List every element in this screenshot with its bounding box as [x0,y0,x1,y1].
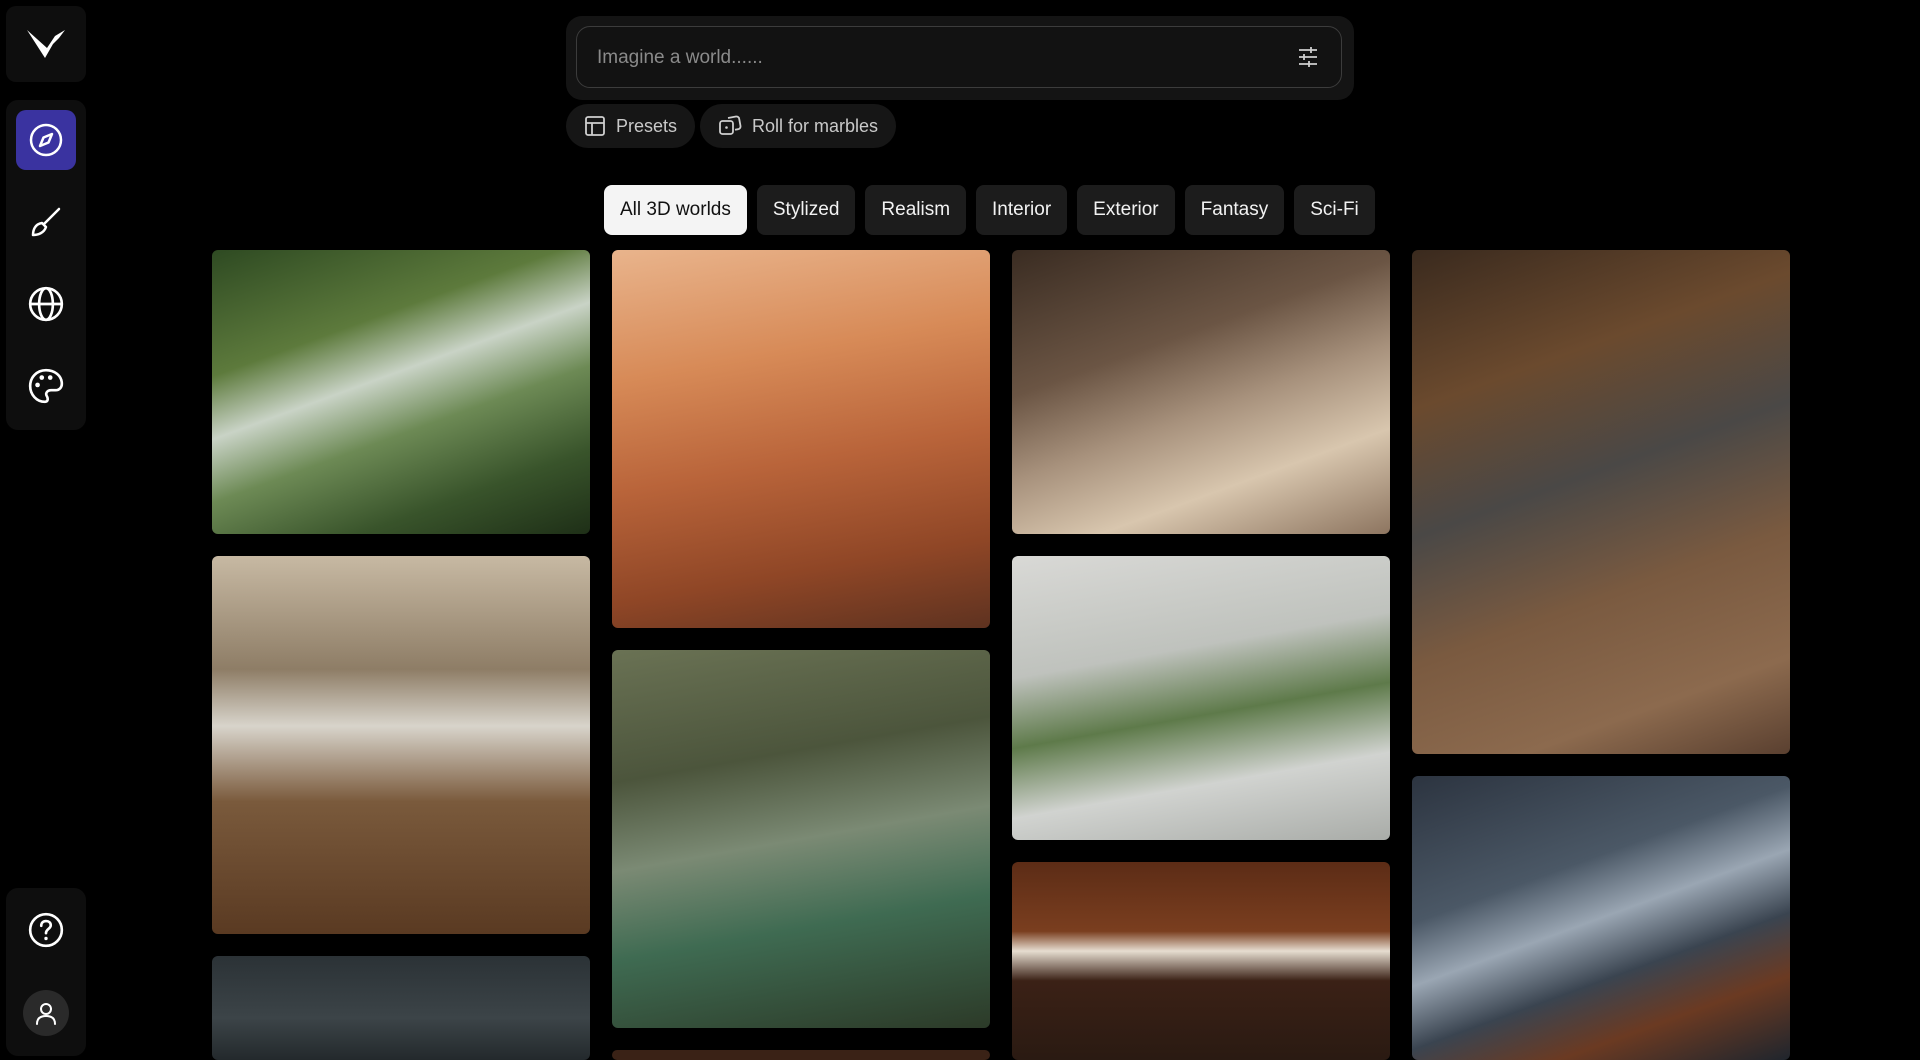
world-thumbnail[interactable] [612,250,990,628]
presets-label: Presets [616,115,678,136]
tab-label: Sci-Fi [1310,199,1359,220]
tab-label: All 3D worlds [620,199,731,220]
world-thumbnail[interactable] [612,1050,990,1060]
roll-for-marbles-label: Roll for marbles [752,115,879,136]
roll-for-marbles-button[interactable]: Roll for marbles [700,104,897,148]
tab-label: Stylized [772,199,840,220]
prompt-settings-button[interactable] [1295,44,1321,70]
world-thumbnail[interactable] [1412,250,1790,754]
layout-icon [585,116,605,136]
sidebar-item-worlds[interactable] [16,274,76,334]
presets-button[interactable]: Presets [566,104,696,148]
globe-icon [28,286,64,322]
world-thumbnail[interactable] [1412,776,1790,1060]
world-thumbnail[interactable] [212,556,590,934]
tab-fantasy[interactable]: Fantasy [1184,185,1285,235]
account-avatar[interactable] [23,990,69,1036]
tab-stylized[interactable]: Stylized [756,185,856,235]
sidebar-item-create[interactable] [16,192,76,252]
world-thumbnail[interactable] [612,650,990,1028]
filter-tabs: All 3D worlds Stylized Realism Interior … [604,185,1375,235]
tab-label: Exterior [1093,199,1159,220]
sidebar-nav [6,100,86,430]
tab-label: Realism [881,199,951,220]
world-thumbnail[interactable] [1012,862,1390,1060]
prompt-field [576,26,1342,88]
world-thumbnail[interactable] [212,956,590,1060]
sidebar-item-styles[interactable] [16,356,76,416]
prompt-input[interactable] [595,27,1279,88]
prompt-panel [566,16,1354,100]
compass-icon [29,123,63,157]
logo[interactable] [6,6,86,82]
tab-sci-fi[interactable]: Sci-Fi [1294,185,1375,235]
sidebar-item-explore[interactable] [16,110,76,170]
user-icon [36,1003,56,1025]
palette-icon [28,368,64,404]
brush-icon [31,207,61,237]
help-button[interactable] [16,900,76,960]
world-thumbnail[interactable] [1012,250,1390,534]
world-thumbnail[interactable] [212,250,590,534]
help-icon [28,912,64,948]
sliders-icon [1299,47,1317,67]
tab-interior[interactable]: Interior [976,185,1068,235]
tab-label: Fantasy [1200,199,1269,220]
dice-icon [719,115,742,135]
logo-icon [27,30,65,58]
tab-label: Interior [992,199,1052,220]
tab-exterior[interactable]: Exterior [1077,185,1175,235]
sidebar-bottom [6,888,86,1056]
world-thumbnail[interactable] [1012,556,1390,840]
tab-realism[interactable]: Realism [865,185,967,235]
tab-all-3d-worlds[interactable]: All 3D worlds [604,185,747,235]
